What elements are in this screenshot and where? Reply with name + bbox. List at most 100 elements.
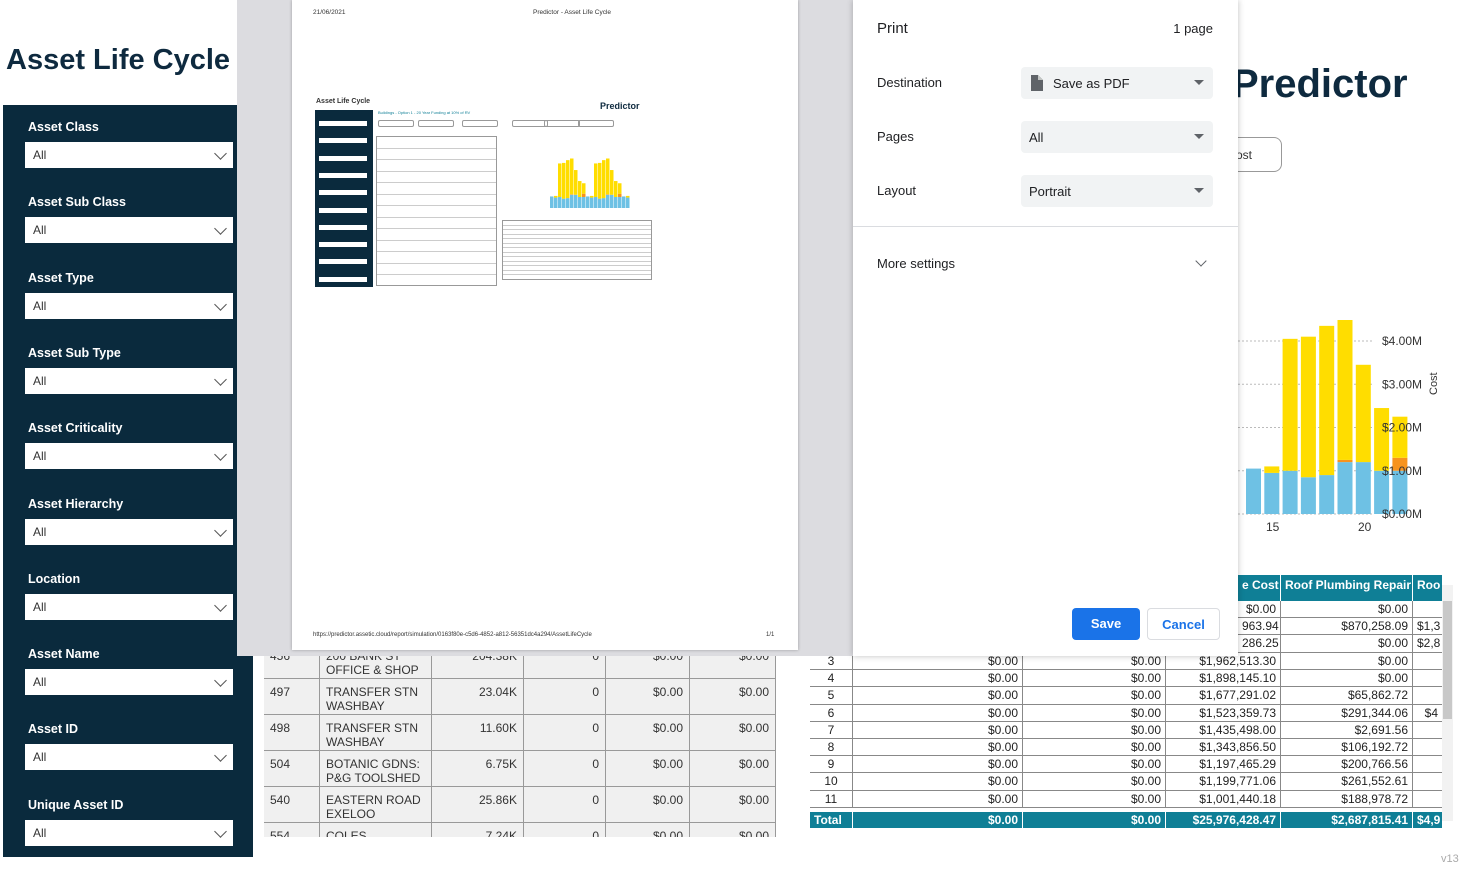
chart-bar[interactable]	[1264, 466, 1280, 473]
print-preview-area: 21/06/2021 Predictor - Asset Life Cycle …	[237, 0, 853, 656]
table-cell: $2,8	[1413, 635, 1443, 653]
table-cell: $65,862.72	[1281, 687, 1413, 705]
table-cell: $0.00	[853, 670, 1023, 688]
y-tick-label: $2.00M	[1382, 421, 1422, 435]
filter-dropdown[interactable]: All	[25, 819, 233, 846]
filter-asset-sub-type: Asset Sub Type All	[25, 346, 235, 394]
preview-tab-button	[512, 120, 548, 127]
table-cell: $0.00	[853, 773, 1023, 791]
table-cell: $200,766.56	[1281, 756, 1413, 774]
preview-filter-box	[319, 242, 367, 248]
preview-chart-bar	[598, 162, 602, 199]
table-cell: $0.00	[1281, 635, 1413, 653]
table-row[interactable]: 498 TRANSFER STN WASHBAY 11.60K 0 $0.00 $0.00	[264, 715, 776, 751]
destination-select[interactable]: Save as PDF	[1021, 67, 1213, 99]
preview-chart-bar	[554, 195, 558, 198]
table-cell: 498	[264, 715, 320, 750]
chart-bar[interactable]	[1374, 408, 1390, 471]
chart-bar[interactable]	[1300, 336, 1316, 478]
filter-dropdown[interactable]: All	[25, 292, 233, 319]
table-cell: $0.00	[853, 687, 1023, 705]
table-row[interactable]: 497 TRANSFER STN WASHBAY 23.04K 0 $0.00 $0.00	[264, 679, 776, 715]
table-cell: 963.94	[1238, 618, 1281, 636]
scrollbar-thumb[interactable]	[1443, 601, 1452, 719]
preview-chart-bar	[602, 160, 606, 199]
chart-bar[interactable]	[1282, 470, 1298, 514]
table-row[interactable]: 504 BOTANIC GDNS: P&G TOOLSHED 6.75K 0 $0.00…	[264, 751, 776, 787]
column-header[interactable]: e Cost	[1238, 575, 1281, 601]
chart-bar[interactable]	[1355, 364, 1371, 463]
table-cell	[1413, 790, 1443, 808]
filter-asset-id: Asset ID All	[25, 722, 235, 771]
table-cell: $4	[1413, 704, 1443, 722]
filter-label: Unique Asset ID	[28, 797, 124, 812]
table-row[interactable]: 540 EASTERN ROAD EXELOO 25.86K 0 $0.00 $0.00	[264, 787, 776, 823]
filter-value: All	[33, 223, 47, 238]
preview-chart-bar	[590, 197, 594, 208]
filter-value: All	[33, 825, 47, 840]
column-header[interactable]: Roo	[1413, 575, 1443, 601]
filter-dropdown[interactable]: All	[25, 744, 233, 771]
column-header[interactable]: Roof Plumbing Repair	[1281, 575, 1413, 601]
filter-value: All	[33, 675, 47, 690]
filter-asset-hierarchy: Asset Hierarchy All	[25, 497, 235, 545]
table-cell: $0.00	[690, 715, 776, 750]
chart-bar[interactable]	[1337, 459, 1353, 463]
filter-value: All	[33, 449, 47, 464]
filter-dropdown[interactable]: All	[25, 443, 233, 470]
chart-bar[interactable]	[1264, 472, 1280, 514]
filter-unique-asset-id: Unique Asset ID All	[25, 798, 235, 846]
chart-bar[interactable]	[1300, 477, 1316, 514]
chevron-down-icon[interactable]	[1195, 255, 1207, 267]
chart-bar[interactable]	[1319, 475, 1335, 514]
filter-sidebar: Asset Class All Asset Sub Class All Asset Ty…	[3, 105, 253, 857]
asset-table: 456 200 BANK ST OFFICE & SHOP 204.38K 0 $0.0…	[264, 650, 776, 837]
table-cell: $0.00	[606, 679, 690, 714]
chevron-down-icon	[214, 448, 227, 462]
preview-filter-box	[319, 155, 367, 161]
filter-dropdown[interactable]: All	[25, 217, 233, 244]
save-button[interactable]: Save	[1072, 608, 1140, 640]
preview-filter-box	[319, 224, 367, 230]
table-row[interactable]: 554 COLES 7.24K 0 $0.00 $0.00	[264, 823, 776, 837]
table-cell: 504	[264, 751, 320, 786]
pages-value: All	[1029, 130, 1044, 145]
table-cell: 6.75K	[432, 751, 524, 786]
filter-dropdown[interactable]: All	[25, 142, 233, 168]
table-cell	[1413, 721, 1443, 739]
filter-dropdown[interactable]: All	[25, 669, 233, 696]
preview-chart-bar	[582, 193, 586, 197]
chart-bar[interactable]	[1282, 338, 1298, 471]
filter-dropdown[interactable]: All	[25, 367, 233, 394]
table-cell: 10	[810, 773, 853, 791]
preview-filter-box	[319, 190, 367, 196]
chevron-down-icon	[214, 297, 227, 311]
table-cell: $0.00	[1023, 721, 1166, 739]
pages-select[interactable]: All	[1021, 121, 1213, 153]
chart-bar[interactable]	[1319, 325, 1335, 476]
cancel-button[interactable]: Cancel	[1147, 608, 1220, 640]
chart-bar[interactable]	[1355, 462, 1371, 514]
table-cell: 4	[810, 670, 853, 688]
chart-bar[interactable]	[1337, 320, 1353, 460]
chevron-down-icon	[214, 598, 227, 612]
table-cell: COLES	[320, 823, 432, 837]
chart-bar[interactable]	[1337, 462, 1353, 514]
more-settings-toggle[interactable]: More settings	[877, 256, 955, 271]
filter-label: Asset Hierarchy	[28, 496, 124, 511]
filter-label: Asset Sub Class	[28, 195, 126, 210]
dropdown-caret-icon	[1194, 134, 1204, 139]
table-cell	[1413, 670, 1443, 688]
table-cell: $106,192.72	[1281, 739, 1413, 757]
filter-label: Asset Sub Type	[28, 345, 121, 360]
table-scrollbar[interactable]	[1442, 585, 1453, 821]
filter-dropdown[interactable]: All	[25, 518, 233, 545]
table-cell: $0.00	[853, 721, 1023, 739]
filter-dropdown[interactable]: All	[25, 593, 233, 620]
table-cell: $1,435,498.00	[1166, 721, 1281, 739]
total-cell: $0.00	[1023, 812, 1166, 830]
cost-tab-button[interactable]: ost	[1232, 137, 1282, 172]
layout-select[interactable]: Portrait	[1021, 175, 1213, 207]
chart-bar[interactable]	[1246, 468, 1261, 514]
preview-chart	[550, 158, 630, 208]
